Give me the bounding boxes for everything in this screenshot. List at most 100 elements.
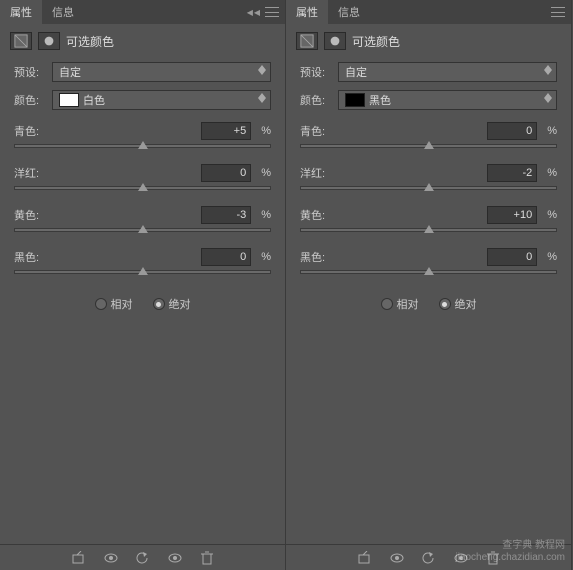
trash-icon[interactable] (199, 551, 215, 565)
yellow-label: 黄色: (14, 207, 201, 223)
yellow-group: 黄色: % (286, 198, 571, 240)
visibility-icon[interactable] (389, 551, 405, 565)
reset-icon[interactable] (135, 551, 151, 565)
magenta-slider[interactable] (14, 186, 271, 190)
color-label: 颜色: (300, 92, 332, 108)
black-input[interactable] (487, 248, 537, 266)
radio-icon (95, 298, 107, 310)
panel-footer (0, 544, 285, 570)
cyan-input[interactable] (201, 122, 251, 140)
watermark: 查字典 教程网 jiaocheng.chazidian.com (455, 540, 565, 564)
radio-relative[interactable]: 相对 (381, 296, 419, 312)
percent-symbol: % (547, 209, 557, 221)
view-previous-icon[interactable] (167, 551, 183, 565)
panel-title: 可选颜色 (352, 33, 400, 50)
panel-title: 可选颜色 (66, 33, 114, 50)
preset-dropdown[interactable]: 自定 (338, 62, 557, 82)
cyan-slider[interactable] (14, 144, 271, 148)
cyan-label: 青色: (300, 123, 487, 139)
menu-icon[interactable] (265, 7, 279, 17)
cyan-label: 青色: (14, 123, 201, 139)
magenta-label: 洋红: (14, 165, 201, 181)
visibility-icon[interactable] (103, 551, 119, 565)
tabs: 属性 信息 (286, 0, 571, 24)
radio-absolute[interactable]: 绝对 (153, 296, 191, 312)
method-radios: 相对 绝对 (0, 282, 285, 326)
percent-symbol: % (547, 251, 557, 263)
slider-thumb-icon[interactable] (138, 267, 148, 275)
menu-icon[interactable] (551, 7, 565, 17)
adjustment-icon (296, 32, 318, 50)
percent-symbol: % (261, 209, 271, 221)
cyan-group: 青色: % (286, 114, 571, 156)
left-panel: 属性 信息 ◀◀ 可选颜色 预设: 自定 颜色: 白色 青色: % 洋红: (0, 0, 286, 570)
tab-properties[interactable]: 属性 (0, 0, 42, 24)
slider-thumb-icon[interactable] (424, 267, 434, 275)
black-label: 黑色: (300, 249, 487, 265)
slider-thumb-icon[interactable] (138, 141, 148, 149)
panel-title-row: 可选颜色 (286, 24, 571, 58)
radio-absolute[interactable]: 绝对 (439, 296, 477, 312)
yellow-slider[interactable] (14, 228, 271, 232)
black-input[interactable] (201, 248, 251, 266)
black-label: 黑色: (14, 249, 201, 265)
black-slider[interactable] (300, 270, 557, 274)
radio-icon (153, 298, 165, 310)
clip-icon[interactable] (357, 551, 373, 565)
slider-thumb-icon[interactable] (424, 183, 434, 191)
color-dropdown[interactable]: 黑色 (338, 90, 557, 110)
slider-thumb-icon[interactable] (138, 225, 148, 233)
preset-row: 预设: 自定 (286, 58, 571, 86)
percent-symbol: % (261, 125, 271, 137)
magenta-input[interactable] (487, 164, 537, 182)
magenta-label: 洋红: (300, 165, 487, 181)
percent-symbol: % (261, 167, 271, 179)
radio-icon (439, 298, 451, 310)
mask-icon[interactable] (324, 32, 346, 50)
percent-symbol: % (547, 167, 557, 179)
preset-dropdown[interactable]: 自定 (52, 62, 271, 82)
cyan-slider[interactable] (300, 144, 557, 148)
tab-info[interactable]: 信息 (328, 0, 370, 24)
mask-icon[interactable] (38, 32, 60, 50)
black-slider[interactable] (14, 270, 271, 274)
yellow-label: 黄色: (300, 207, 487, 223)
clip-icon[interactable] (71, 551, 87, 565)
color-swatch (59, 93, 79, 107)
method-radios: 相对 绝对 (286, 282, 571, 326)
yellow-group: 黄色: % (0, 198, 285, 240)
reset-icon[interactable] (421, 551, 437, 565)
panel-title-row: 可选颜色 (0, 24, 285, 58)
preset-row: 预设: 自定 (0, 58, 285, 86)
radio-relative[interactable]: 相对 (95, 296, 133, 312)
cyan-input[interactable] (487, 122, 537, 140)
cyan-group: 青色: % (0, 114, 285, 156)
adjustment-icon (10, 32, 32, 50)
radio-icon (381, 298, 393, 310)
preset-label: 预设: (14, 64, 46, 80)
tabs: 属性 信息 ◀◀ (0, 0, 285, 24)
slider-thumb-icon[interactable] (424, 225, 434, 233)
magenta-slider[interactable] (300, 186, 557, 190)
collapse-icon[interactable]: ◀◀ (247, 8, 261, 17)
color-value: 白色 (83, 92, 105, 108)
magenta-input[interactable] (201, 164, 251, 182)
color-label: 颜色: (14, 92, 46, 108)
percent-symbol: % (261, 251, 271, 263)
black-group: 黑色: % (0, 240, 285, 282)
right-panel: 属性 信息 可选颜色 预设: 自定 颜色: 黑色 青色: % 洋红: % (286, 0, 572, 570)
slider-thumb-icon[interactable] (138, 183, 148, 191)
tab-info[interactable]: 信息 (42, 0, 84, 24)
color-swatch (345, 93, 365, 107)
yellow-input[interactable] (201, 206, 251, 224)
tab-properties[interactable]: 属性 (286, 0, 328, 24)
black-group: 黑色: % (286, 240, 571, 282)
color-row: 颜色: 白色 (0, 86, 285, 114)
color-dropdown[interactable]: 白色 (52, 90, 271, 110)
preset-label: 预设: (300, 64, 332, 80)
percent-symbol: % (547, 125, 557, 137)
yellow-input[interactable] (487, 206, 537, 224)
slider-thumb-icon[interactable] (424, 141, 434, 149)
yellow-slider[interactable] (300, 228, 557, 232)
color-value: 黑色 (369, 92, 391, 108)
